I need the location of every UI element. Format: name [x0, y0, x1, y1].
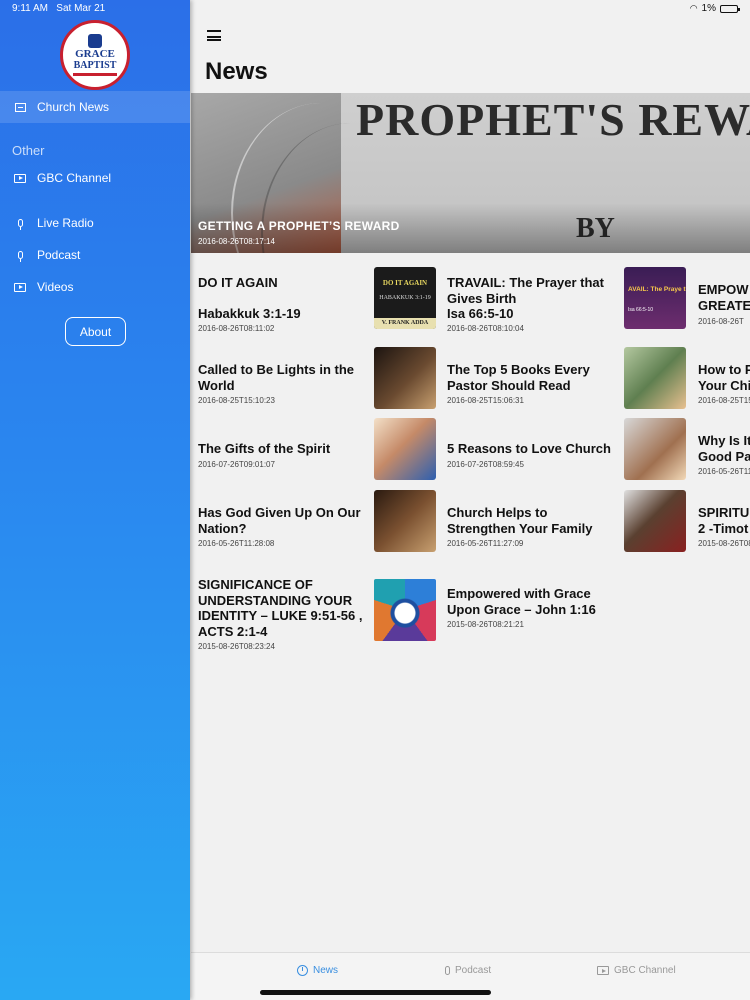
article-date: 2016-05-26T11	[698, 467, 750, 476]
article-date: 2016-08-26T	[698, 317, 744, 326]
tab-podcast[interactable]: Podcast	[445, 965, 491, 976]
wifi-icon: ◠	[689, 3, 698, 13]
article-date: 2016-07-26T09:01:07	[198, 460, 275, 469]
article-card-empowered[interactable]: EMPOW GREATE 2016-08-26T	[698, 267, 750, 331]
thumb-text: HABAKKUK 3:1-19	[379, 295, 431, 301]
battery-icon	[720, 4, 740, 13]
article-title: Called to Be Lights in the World	[198, 362, 355, 393]
article-date: 2016-05-26T11:27:09	[447, 539, 524, 548]
sidebar-item-church-news[interactable]: Church News	[0, 91, 190, 123]
article-title: Has God Given Up On Our Nation?	[198, 505, 361, 536]
article-date: 2016-08-26T08:10:04	[447, 324, 524, 333]
article-title: The Gifts of the Spirit	[198, 441, 331, 456]
bible-hands-thumbnail	[374, 347, 436, 409]
tv-icon	[14, 173, 26, 183]
article-title: Church Helps to Strengthen Your Family	[447, 505, 593, 536]
article-title: The Top 5 Books Every Pastor Should Read	[447, 362, 590, 393]
article-title: TRAVAIL: The Prayer that Gives Birth Isa…	[447, 275, 604, 321]
logo-ribbon	[73, 73, 117, 76]
clock-icon	[297, 965, 308, 976]
sidebar: GRACE BAPTIST Church News Other GBC Chan…	[0, 0, 190, 1000]
article-date: 2015-08-26T08:21:21	[447, 620, 524, 629]
tab-label: Podcast	[455, 965, 492, 976]
microphone-icon	[445, 966, 450, 975]
travail-thumbnail: AVAIL: The Praye that Gives Birth Isa 66…	[624, 267, 686, 329]
article-date: 2016-08-26T08:11:02	[198, 324, 275, 333]
article-title: EMPOW GREATE	[698, 282, 750, 313]
article-date: 2015-08-26T08:23:24	[198, 642, 275, 651]
article-card-empowered-with-grace[interactable]: Empowered with Grace Upon Grace – John 1…	[447, 579, 697, 643]
sidebar-item-label: GBC Channel	[37, 171, 112, 185]
page-title: News	[205, 58, 268, 85]
about-button[interactable]: About	[65, 317, 126, 346]
sidebar-item-label: Church News	[37, 100, 110, 114]
main-content: News PROPHET'S REWA BY GETTING A PROPHET…	[191, 0, 750, 1000]
article-date: 2016-08-25T15:10:23	[198, 396, 275, 405]
thumb-text: V. FRANK ADDA	[374, 318, 436, 329]
article-date: 2016-07-26T08:59:45	[447, 460, 524, 469]
article-card-why-is-it[interactable]: Why Is It Good Pa 2016-05-26T11	[698, 418, 750, 482]
grace-baptist-logo: GRACE BAPTIST	[60, 20, 130, 90]
tab-gbc-channel[interactable]: GBC Channel	[597, 965, 676, 976]
sidebar-item-videos[interactable]: Videos	[0, 272, 190, 302]
sidebar-section-other: Other	[12, 143, 45, 158]
nation-thumbnail	[374, 490, 436, 552]
grace-diagram-thumbnail	[374, 579, 436, 641]
logo-emblem	[88, 34, 102, 48]
tv-icon	[597, 966, 609, 975]
article-title: 5 Reasons to Love Church	[447, 441, 611, 456]
logo-text-grace: GRACE	[75, 48, 115, 60]
sidebar-item-label: Podcast	[37, 248, 81, 262]
tab-news[interactable]: News	[297, 965, 338, 976]
microphone-icon	[14, 218, 26, 230]
thumb-text: AVAIL: The Praye that Gives Birth	[628, 286, 686, 293]
article-title: DO IT AGAIN Habakkuk 3:1-19	[198, 275, 301, 321]
article-card-spiritual[interactable]: SPIRITU 2 -Timot 2015-08-26T08	[698, 490, 750, 554]
sidebar-item-live-radio[interactable]: Live Radio	[0, 208, 190, 238]
home-indicator[interactable]	[260, 990, 491, 995]
tab-label: News	[313, 965, 339, 976]
article-date: 2015-08-26T08	[698, 539, 750, 548]
hamburger-menu-icon[interactable]	[207, 30, 221, 41]
sidebar-item-label: Videos	[37, 280, 74, 294]
thumb-text: Isa 66:5-10	[628, 307, 654, 313]
article-date: 2016-05-26T11:28:08	[198, 539, 275, 548]
status-time: 9:11 AM Sat Mar 21	[12, 3, 106, 14]
tv-icon	[14, 282, 26, 292]
sidebar-item-podcast[interactable]: Podcast	[0, 240, 190, 270]
article-date: 2016-08-25T15	[698, 396, 750, 405]
microphone-icon	[14, 250, 26, 262]
do-it-again-thumbnail: DO IT AGAIN HABAKKUK 3:1-19 V. FRANK ADD…	[374, 267, 436, 329]
article-title: Empowered with Grace Upon Grace – John 1…	[447, 586, 596, 617]
article-title: Why Is It Good Pa	[698, 433, 750, 464]
status-right: ◠ 1%	[689, 3, 740, 14]
newspaper-icon	[14, 102, 26, 112]
battery-level: 1%	[701, 3, 716, 14]
women-smiling-thumbnail	[374, 418, 436, 480]
article-card-how-to[interactable]: How to P Your Chi 2016-08-25T15	[698, 347, 750, 411]
sidebar-item-label: Live Radio	[37, 216, 94, 230]
sidebar-item-gbc-channel[interactable]: GBC Channel	[0, 163, 190, 193]
featured-article-title: GETTING A PROPHET’S REWARD	[198, 219, 400, 233]
hands-thumbnail	[624, 418, 686, 480]
tab-label: GBC Channel	[614, 965, 676, 976]
thumb-text: DO IT AGAIN	[382, 279, 428, 287]
article-title: SIGNIFICANCE OF UNDERSTANDING YOUR IDENT…	[198, 577, 363, 639]
books-group-thumbnail	[624, 347, 686, 409]
hero-image-text: PROPHET'S REWA	[356, 94, 750, 145]
logo-text-baptist: BAPTIST	[73, 60, 117, 71]
article-title: SPIRITU 2 -Timot	[698, 505, 750, 536]
family-thumbnail	[624, 490, 686, 552]
featured-article-date: 2016-08-26T08:17:14	[198, 237, 275, 246]
article-date: 2016-08-25T15:06:31	[447, 396, 524, 405]
article-title: How to P Your Chi	[698, 362, 750, 393]
